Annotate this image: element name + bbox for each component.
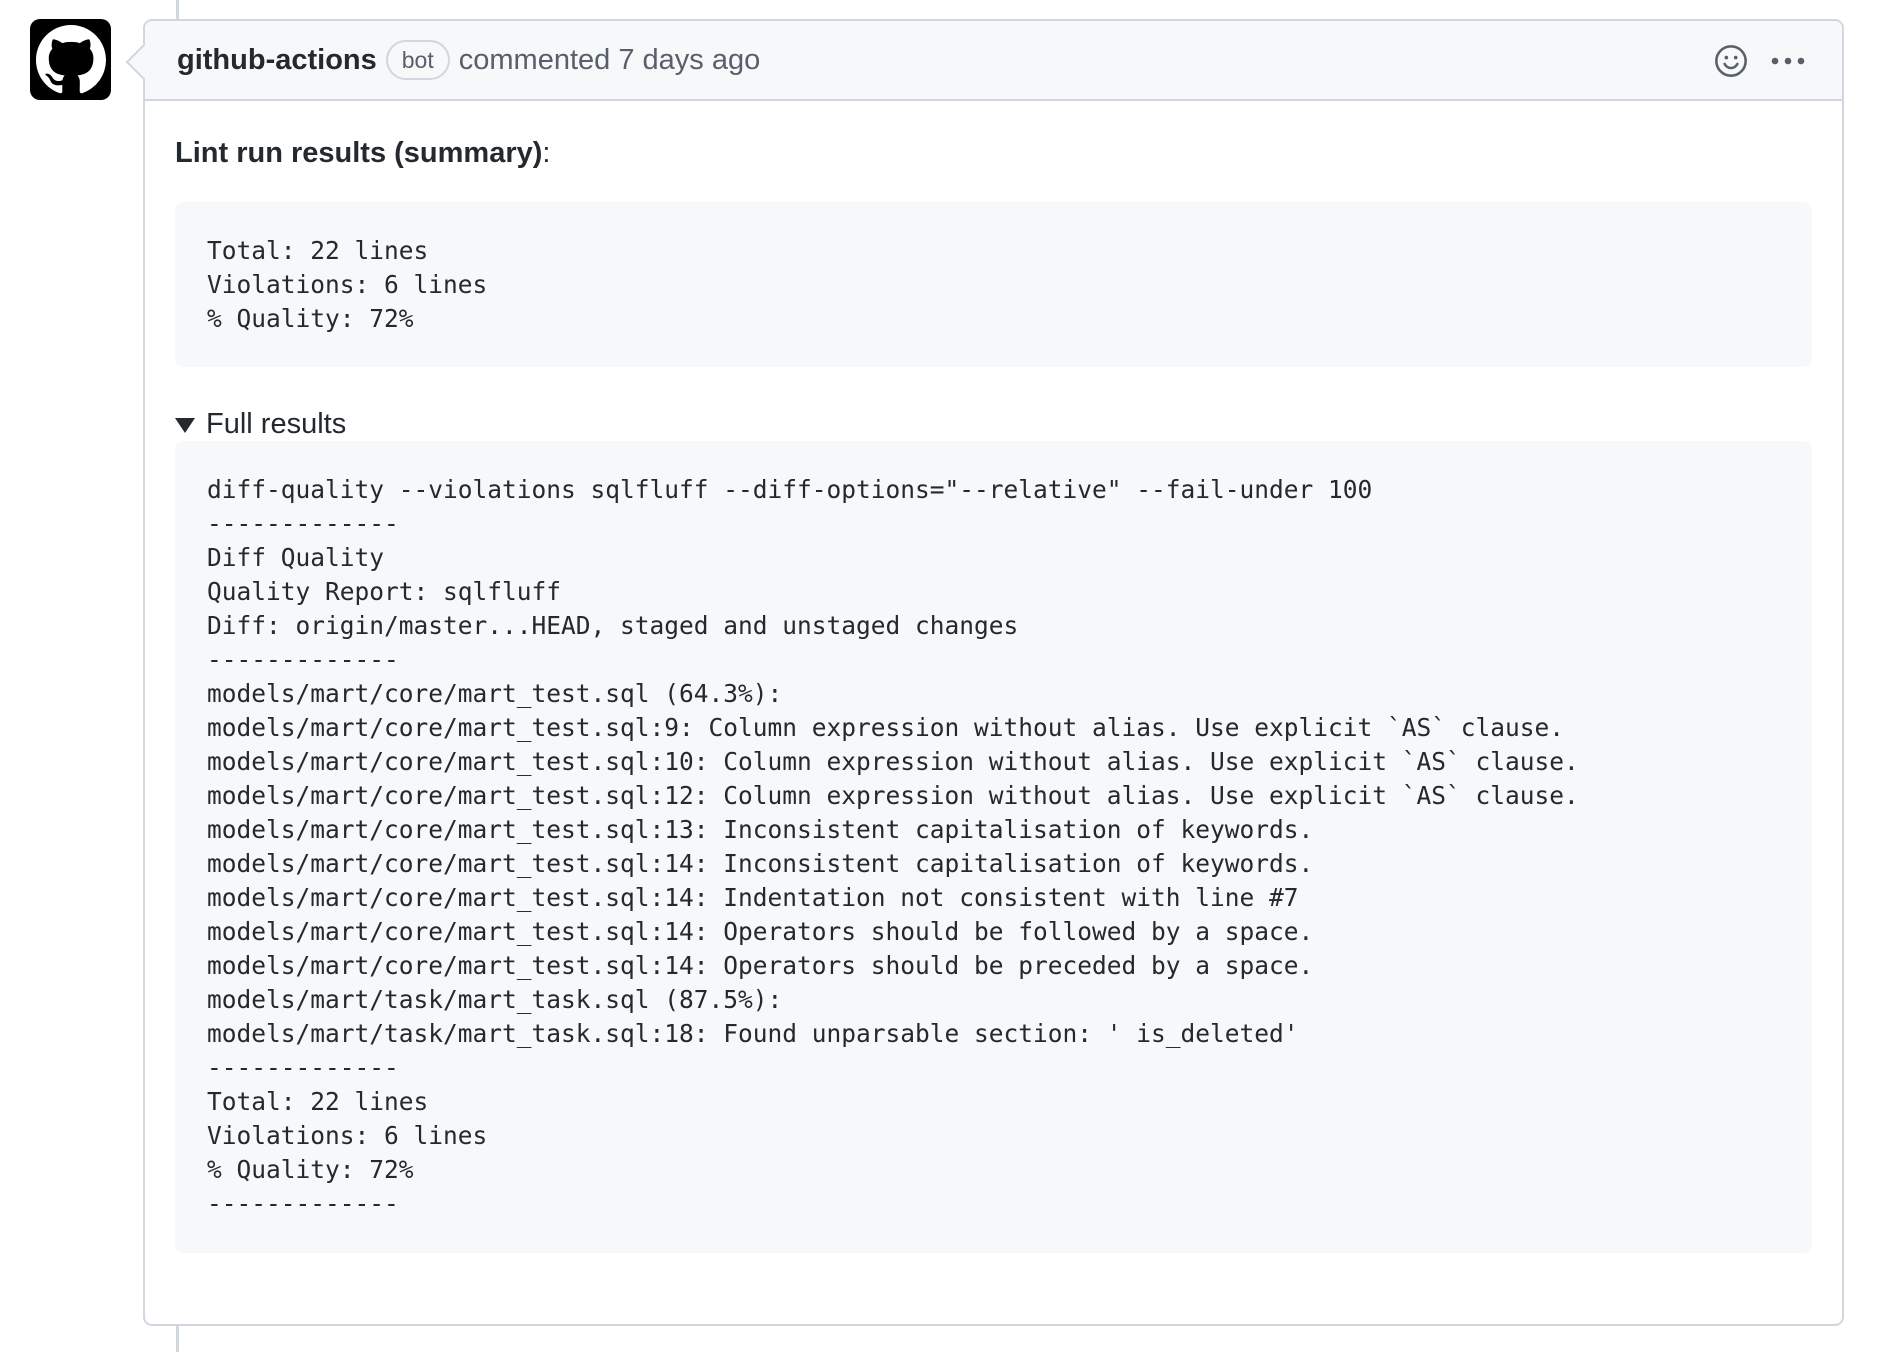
summary-heading-colon: : [542,137,551,169]
full-results-label: Full results [206,407,347,440]
summary-heading-strong: Lint run results (summary) [175,137,543,169]
kebab-horizontal-icon [1771,57,1805,65]
full-results-toggle[interactable]: Full results [175,407,1812,441]
author-link[interactable]: github-actions [177,44,377,77]
comment-box: github-actions bot commented 7 days ago [125,19,1844,1326]
full-results-code-block: diff-quality --violations sqlfluff --dif… [175,441,1812,1253]
summary-heading: Lint run results (summary): [175,137,1812,170]
triangle-down-icon [175,417,195,433]
comment-actions [1714,21,1806,101]
bot-badge: bot [385,40,450,80]
comment-body: Lint run results (summary): Total: 22 li… [145,101,1842,1253]
add-reaction-button[interactable] [1714,44,1748,78]
smiley-icon [1715,45,1747,77]
summary-code-block: Total: 22 lines Violations: 6 lines % Qu… [175,202,1812,367]
comment-header: github-actions bot commented 7 days ago [145,21,1842,101]
comment-timestamp[interactable]: commented 7 days ago [459,44,760,77]
github-octocat-icon [35,24,106,93]
author-avatar[interactable] [30,19,111,100]
more-options-button[interactable] [1770,55,1806,67]
